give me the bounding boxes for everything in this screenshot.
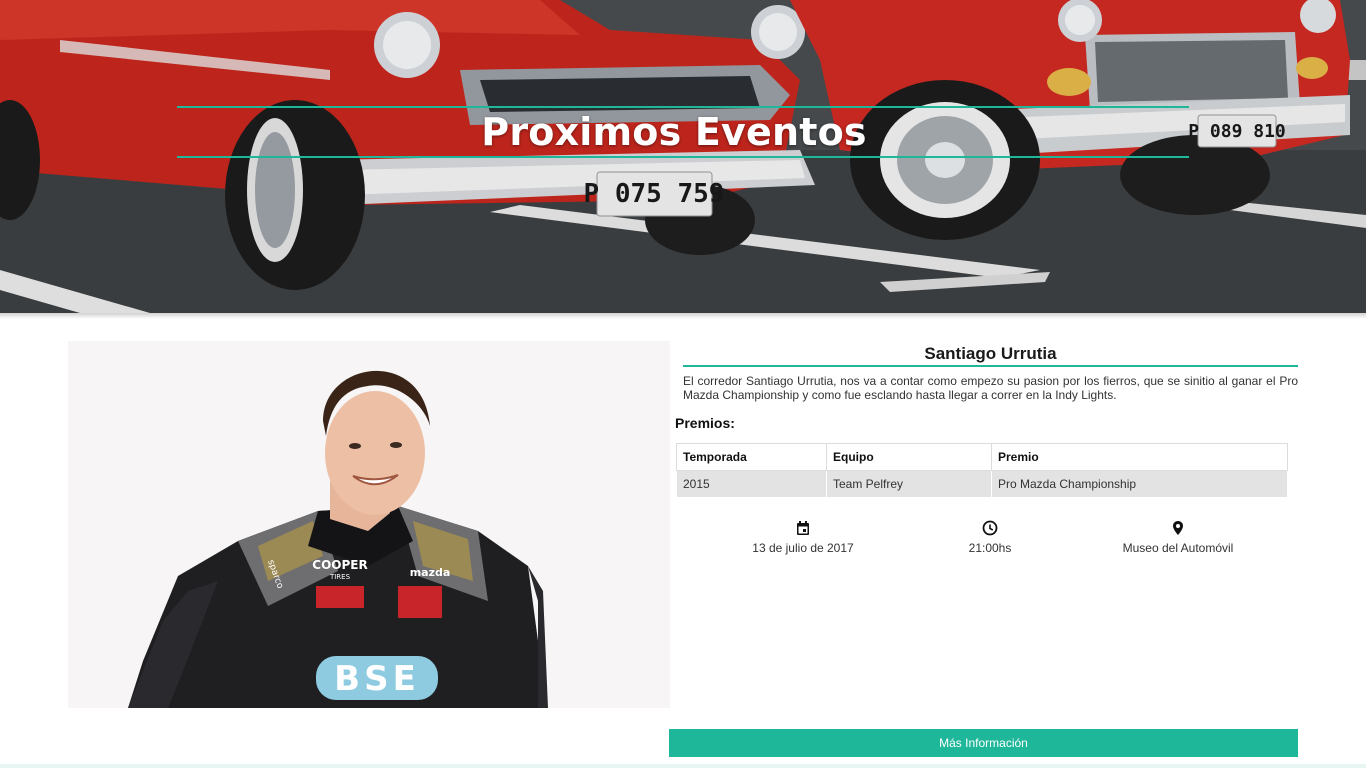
- page-title: Proximos Eventos: [481, 110, 867, 154]
- driver-photo: COOPER TIRES mazda sparco BSE: [68, 341, 670, 708]
- suit-tires-logo: TIRES: [329, 573, 351, 581]
- event-name-underline: [683, 365, 1298, 367]
- hero-title-top-line: [177, 106, 1189, 108]
- table-row: 2015 Team Pelfrey Pro Mazda Championship: [676, 470, 1288, 498]
- hero-banner: P 075 759 P 089 810 Proximos Eventos: [0, 0, 1366, 313]
- event-date: 13 de julio de 2017: [703, 520, 903, 555]
- suit-bse-logo: BSE: [334, 659, 420, 699]
- more-info-button[interactable]: Más Información: [669, 729, 1298, 757]
- awards-heading: Premios:: [675, 415, 735, 431]
- clock-icon: [982, 520, 998, 536]
- footer-strip: [0, 764, 1366, 768]
- map-pin-icon: [1173, 521, 1183, 535]
- suit-mazda-logo: mazda: [410, 566, 451, 579]
- awards-header-season: Temporada: [676, 443, 827, 471]
- event-time-text: 21:00hs: [968, 541, 1012, 555]
- awards-cell-season: 2015: [676, 470, 827, 498]
- awards-cell-award: Pro Mazda Championship: [991, 470, 1288, 498]
- event-time: 21:00hs: [890, 520, 1090, 555]
- hero-title-bottom-line: [177, 156, 1189, 158]
- awards-cell-team: Team Pelfrey: [826, 470, 992, 498]
- event-location: Museo del Automóvil: [1078, 520, 1278, 555]
- awards-table-header-row: Temporada Equipo Premio: [676, 443, 1288, 471]
- event-date-text: 13 de julio de 2017: [752, 541, 854, 555]
- hero-divider-shadow: [0, 313, 1366, 319]
- calendar-icon: [797, 521, 809, 535]
- awards-table: Temporada Equipo Premio 2015 Team Pelfre…: [676, 443, 1288, 498]
- event-speaker-name: Santiago Urrutia: [924, 344, 1057, 363]
- awards-header-team: Equipo: [826, 443, 992, 471]
- awards-header-award: Premio: [991, 443, 1288, 471]
- suit-cooper-logo: COOPER: [312, 558, 367, 572]
- event-description: El corredor Santiago Urrutia, nos va a c…: [683, 374, 1298, 402]
- event-location-text: Museo del Automóvil: [1122, 541, 1234, 555]
